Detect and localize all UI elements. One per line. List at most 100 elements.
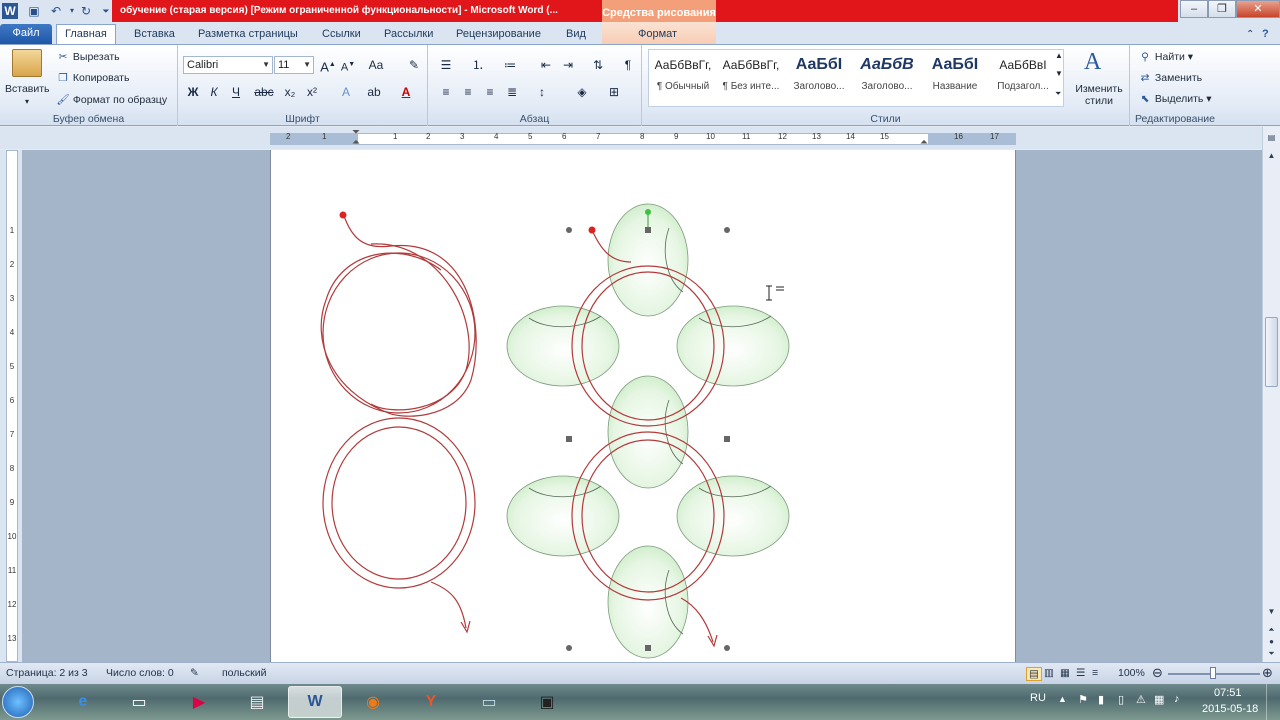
- decrease-indent-icon[interactable]: ⇤: [536, 56, 556, 74]
- help-icon[interactable]: ?: [1254, 25, 1277, 44]
- style-subtitle[interactable]: АаБбВвI Подзагол...: [990, 51, 1056, 103]
- camera-icon[interactable]: ▣: [520, 686, 574, 718]
- document-page[interactable]: [270, 150, 1016, 662]
- paste-icon[interactable]: [12, 49, 42, 77]
- scroll-thumb[interactable]: [1265, 317, 1278, 387]
- horizontal-ruler[interactable]: 2 1 1 2 3 4 5 6 7 8 9 10 11 12 13 14 15 …: [0, 127, 1280, 149]
- tab-home[interactable]: Главная: [56, 24, 116, 44]
- tab-page-layout[interactable]: Разметка страницы: [190, 25, 306, 44]
- print-layout-view-icon[interactable]: ▤: [1026, 667, 1042, 681]
- align-center-icon[interactable]: ≡: [458, 83, 478, 101]
- redo-icon[interactable]: ↻: [78, 3, 94, 19]
- resize-handle[interactable]: [645, 645, 651, 651]
- resize-handle[interactable]: [724, 227, 730, 233]
- rotate-handle[interactable]: [645, 209, 651, 215]
- change-styles-button[interactable]: Изменить стили: [1072, 83, 1126, 107]
- monitor-icon[interactable]: ▭: [462, 686, 516, 718]
- strikethrough-icon[interactable]: abc: [254, 83, 274, 101]
- zoom-level[interactable]: 100%: [1118, 667, 1145, 679]
- bead[interactable]: [676, 475, 790, 557]
- bead[interactable]: [506, 475, 620, 557]
- page-indicator[interactable]: Страница: 2 из 3: [6, 667, 88, 679]
- draft-view-icon[interactable]: ≡: [1092, 667, 1098, 679]
- resize-handle[interactable]: [724, 436, 730, 442]
- font-name-combo[interactable]: Calibri ▼: [183, 56, 273, 74]
- grow-font-icon[interactable]: A▲: [318, 56, 338, 74]
- ie-icon[interactable]: e: [56, 686, 110, 718]
- style-heading-2[interactable]: АаБбВ Заголово...: [854, 51, 920, 103]
- media-player-icon[interactable]: ▶: [172, 686, 226, 718]
- align-right-icon[interactable]: ≡: [480, 83, 500, 101]
- resize-handle[interactable]: [724, 645, 730, 651]
- justify-icon[interactable]: ≣: [502, 83, 522, 101]
- word-count[interactable]: Число слов: 0: [106, 667, 174, 679]
- subscript-icon[interactable]: x₂: [280, 83, 300, 101]
- clear-formatting-icon[interactable]: ✎: [404, 56, 424, 74]
- tab-file[interactable]: Файл: [0, 24, 52, 44]
- text-effects-icon[interactable]: A: [336, 83, 356, 101]
- tab-mailings[interactable]: Рассылки: [376, 25, 441, 44]
- drawing-canvas[interactable]: [271, 150, 1017, 662]
- bead[interactable]: [676, 305, 790, 387]
- line-spacing-icon[interactable]: ↕: [532, 83, 552, 101]
- style-no-spacing[interactable]: АаБбВвГг, ¶ Без инте...: [718, 51, 784, 103]
- shield-icon[interactable]: ⚠: [1136, 693, 1146, 706]
- ruler-toggle-icon[interactable]: ▤: [1265, 131, 1278, 145]
- cut-button[interactable]: ✂ Вырезать: [56, 51, 120, 63]
- change-styles-icon[interactable]: A: [1084, 49, 1101, 76]
- replace-button[interactable]: ⇄ Заменить: [1138, 72, 1203, 84]
- gallery-scroll-up-icon[interactable]: ▲: [1055, 51, 1063, 60]
- network-icon[interactable]: ▮: [1098, 693, 1104, 706]
- gallery-scroll-down-icon[interactable]: ▼: [1055, 69, 1063, 78]
- clock-time[interactable]: 07:51: [1214, 687, 1242, 699]
- borders-icon[interactable]: ⊞: [604, 83, 624, 101]
- input-language[interactable]: RU: [1030, 692, 1046, 704]
- word-app-icon[interactable]: W: [2, 3, 18, 19]
- shrink-font-icon[interactable]: A▼: [338, 56, 358, 74]
- underline-icon[interactable]: Ч: [226, 83, 246, 101]
- style-title[interactable]: АаБбI Название: [922, 51, 988, 103]
- superscript-icon[interactable]: x²: [302, 83, 322, 101]
- numbering-icon[interactable]: ⒈: [468, 56, 488, 74]
- italic-icon[interactable]: К: [204, 83, 224, 101]
- resize-handle[interactable]: [645, 227, 651, 233]
- tab-view[interactable]: Вид: [558, 25, 594, 44]
- signal-icon[interactable]: ▦: [1154, 693, 1164, 706]
- scroll-down-icon[interactable]: ▼: [1265, 605, 1278, 619]
- yandex-icon[interactable]: Y: [404, 686, 458, 718]
- select-button[interactable]: ⬉ Выделить ▾: [1138, 93, 1212, 105]
- proofing-icon[interactable]: ✎: [190, 667, 199, 679]
- scroll-up-icon[interactable]: ▲: [1265, 149, 1278, 163]
- copy-button[interactable]: ❐ Копировать: [56, 72, 129, 84]
- language-indicator[interactable]: польский: [222, 667, 266, 679]
- wire-start-handle-left[interactable]: [339, 211, 347, 219]
- font-color-icon[interactable]: A: [396, 83, 416, 101]
- web-layout-view-icon[interactable]: ▦: [1060, 667, 1070, 679]
- right-indent-marker[interactable]: ⏶: [920, 137, 928, 148]
- pilcrow-icon[interactable]: ¶: [618, 56, 638, 74]
- zoom-slider-thumb[interactable]: [1210, 667, 1216, 679]
- find-button[interactable]: ⚲ Найти ▾: [1138, 51, 1193, 63]
- flag-icon[interactable]: ⚑: [1078, 693, 1088, 706]
- folder-icon[interactable]: ▭: [112, 686, 166, 718]
- style-normal[interactable]: АаБбВвГг, ¶ Обычный: [650, 51, 716, 103]
- gallery-more-icon[interactable]: ⏷: [1055, 89, 1061, 99]
- paste-dropdown-icon[interactable]: ▾: [25, 97, 29, 106]
- tab-references[interactable]: Ссылки: [314, 25, 369, 44]
- shading-icon[interactable]: ◈: [572, 83, 592, 101]
- change-case-icon[interactable]: Aa: [366, 56, 386, 74]
- tab-review[interactable]: Рецензирование: [448, 25, 549, 44]
- bead[interactable]: [607, 545, 689, 659]
- minimize-button[interactable]: –: [1180, 0, 1208, 18]
- resize-handle[interactable]: [566, 436, 572, 442]
- save-icon[interactable]: ▣: [26, 3, 42, 19]
- bold-icon[interactable]: Ж: [183, 83, 203, 101]
- format-painter-button[interactable]: 🖌 Формат по образцу: [56, 93, 167, 106]
- vertical-ruler[interactable]: 1 2 3 4 5 6 7 8 9 10 11 12 13: [0, 150, 22, 662]
- full-screen-view-icon[interactable]: ▥: [1044, 667, 1054, 679]
- font-size-combo[interactable]: 11 ▼: [274, 56, 314, 74]
- align-left-icon[interactable]: ≡: [436, 83, 456, 101]
- word-taskbar-icon[interactable]: W: [288, 686, 342, 718]
- battery-icon[interactable]: ▯: [1118, 693, 1124, 706]
- next-page-icon[interactable]: ⏷: [1265, 647, 1278, 661]
